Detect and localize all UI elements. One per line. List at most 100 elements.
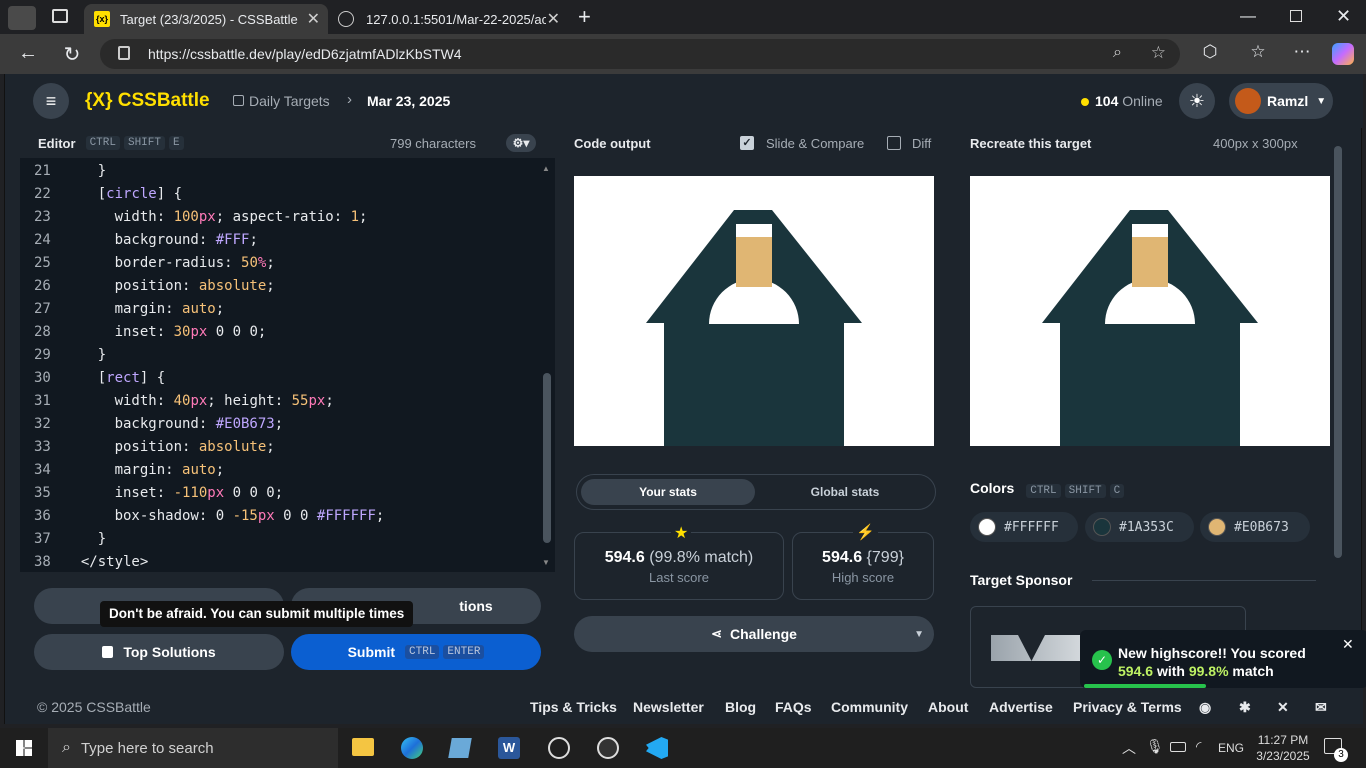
logo[interactable]: {X} CSSBattle [85,90,210,112]
discord-icon[interactable]: ◉ [1199,699,1211,716]
copilot-icon[interactable] [1332,43,1354,65]
footer-link-faqs[interactable]: FAQs [775,699,812,715]
line-text: margin: auto; [64,462,225,478]
tab-cssbattle[interactable]: {x} Target (23/3/2025) - CSSBattle ✕ [84,4,328,34]
submit-button[interactable]: Submit CTRL ENTER [291,634,541,670]
line-text: background: #FFF; [64,232,258,248]
search-icon: ⌕ [62,739,71,756]
tray-chevron-icon[interactable]: ︿ [1122,738,1136,758]
color-swatch-tan[interactable]: #E0B673 [1200,512,1310,542]
profile-avatar[interactable] [8,6,36,30]
footer-link-about[interactable]: About [928,699,968,715]
code-line: 26 position: absolute; [20,275,275,298]
line-number: 37 [34,531,51,547]
char-count: 799 characters [390,136,476,151]
bluesky-icon[interactable]: ✱ [1239,699,1251,716]
top-solutions-button[interactable]: Top Solutions [34,634,284,670]
last-score-value: 594.6 [604,549,645,566]
daily-targets-link[interactable]: Daily Targets [233,93,330,109]
edge-icon[interactable] [401,737,423,759]
line-number: 25 [34,255,51,271]
success-check-icon: ✓ [1092,650,1112,670]
footer-link-advertise[interactable]: Advertise [989,699,1053,715]
obs-icon[interactable] [597,737,619,759]
footer-link-community[interactable]: Community [831,699,908,715]
lock-icon [102,646,114,658]
back-arrow-icon[interactable]: ← [16,42,40,65]
mail-icon[interactable]: ✉ [1315,699,1327,716]
zoom-icon[interactable]: ⌕ [1113,44,1122,62]
calendar-icon [233,95,244,106]
clock[interactable]: 11:27 PM 3/23/2025 [1255,732,1311,764]
close-tab-icon[interactable]: ✕ [307,9,320,29]
challenge-button[interactable]: ⋖ Challenge ▼ [574,616,934,652]
line-text: } [64,347,107,363]
last-score-label: Last score [649,570,709,585]
line-number: 26 [34,278,51,294]
close-tab-icon[interactable]: ✕ [547,9,560,29]
new-tab-button[interactable]: + [578,4,591,30]
tab-localhost[interactable]: 127.0.0.1:5501/Mar-22-2025/acc ✕ [328,4,568,34]
footer-link-tips[interactable]: Tips & Tricks [530,699,617,715]
microphone-icon[interactable]: 🎙 [1146,738,1164,755]
copyright: © 2025 CSSBattle [37,699,151,715]
close-window-button[interactable]: ✕ [1336,6,1351,27]
slide-compare-checkbox[interactable]: ✓ [740,136,754,150]
minimize-button[interactable]: — [1240,8,1256,26]
tab-title: 127.0.0.1:5501/Mar-22-2025/acc [366,11,546,27]
url-field[interactable]: https://cssbattle.dev/play/edD6zjatmfADl… [100,39,1180,69]
cssbattle-favicon: {x} [94,11,110,27]
tab-global-stats[interactable]: Global stats [761,479,929,505]
favorites-icon[interactable]: ☆ [1246,42,1270,62]
word-icon[interactable]: W [498,737,520,759]
app-icon[interactable] [448,738,472,758]
toast-close-icon[interactable]: ✕ [1342,636,1354,653]
wifi-icon[interactable]: ◜ [1196,738,1201,755]
footer-link-privacy[interactable]: Privacy & Terms [1073,699,1182,715]
more-menu-icon[interactable]: ⋯ [1290,42,1314,62]
color-dot [1093,518,1111,536]
scrollbar[interactable] [543,373,551,543]
tab-your-stats[interactable]: Your stats [581,479,755,505]
file-explorer-icon[interactable] [352,738,374,756]
tab-actions-icon[interactable] [52,9,68,23]
refresh-icon[interactable]: ↻ [60,42,84,67]
color-swatch-teal[interactable]: #1A353C [1085,512,1194,542]
x-twitter-icon[interactable]: ✕ [1277,699,1289,716]
chevron-down-icon: ▼ [1316,95,1327,107]
line-text: width: 40px; height: 55px; [64,393,334,409]
chatgpt-icon[interactable] [548,737,570,759]
code-line: 32 background: #E0B673; [20,413,283,436]
footer-link-blog[interactable]: Blog [725,699,756,715]
tab-title: Target (23/3/2025) - CSSBattle [120,11,298,27]
scroll-down-icon[interactable]: ▼ [542,558,550,567]
highscore-toast: ✓ New highscore!! You scored 594.6 with … [1080,630,1366,688]
user-menu-button[interactable]: Ramzl ▼ [1229,83,1333,119]
windows-start-icon[interactable] [16,740,32,756]
clock-date: 3/23/2025 [1256,749,1310,763]
code-area[interactable]: 21 } 22 [circle] {23 width: 100px; aspect… [20,158,555,572]
theme-toggle-button[interactable]: ☀ [1179,83,1215,119]
footer-link-newsletter[interactable]: Newsletter [633,699,704,715]
code-line: 28 inset: 30px 0 0 0; [20,321,266,344]
line-number: 28 [34,324,51,340]
last-score-match: (99.8% match) [649,549,754,566]
battery-icon[interactable] [1170,742,1186,752]
color-swatch-white[interactable]: #FFFFFF [970,512,1078,542]
line-number: 24 [34,232,51,248]
hamburger-menu-button[interactable]: ≡ [33,83,69,119]
favorite-star-icon[interactable]: ☆ [1151,43,1166,63]
sponsor-divider [1092,580,1316,581]
restore-button[interactable] [1290,10,1302,22]
diff-checkbox[interactable] [887,136,901,150]
extensions-icon[interactable]: ⬡ [1198,42,1222,62]
language-indicator[interactable]: ENG [1218,741,1244,755]
output-canvas[interactable] [574,176,934,446]
tooltip: Don't be afraid. You can submit multiple… [100,601,414,627]
taskbar-search[interactable]: ⌕ Type here to search [48,728,338,768]
scroll-up-icon[interactable]: ▲ [542,164,550,173]
target-scrollbar[interactable] [1334,146,1342,558]
clock-time: 11:27 PM [1257,733,1309,747]
vscode-icon[interactable] [646,737,668,759]
editor-settings-button[interactable]: ⚙▾ [506,134,536,152]
